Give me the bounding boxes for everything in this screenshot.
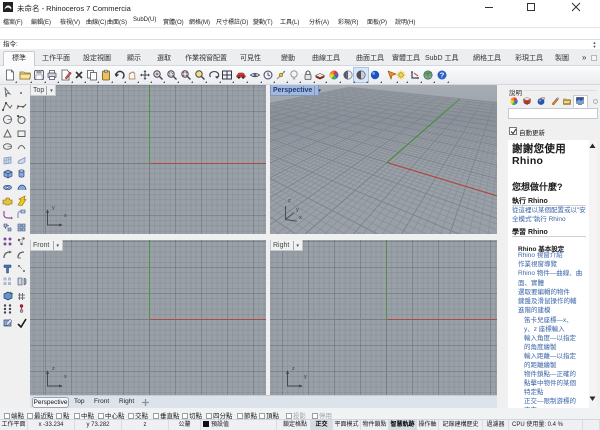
svg-text:?: ? [440,71,445,80]
